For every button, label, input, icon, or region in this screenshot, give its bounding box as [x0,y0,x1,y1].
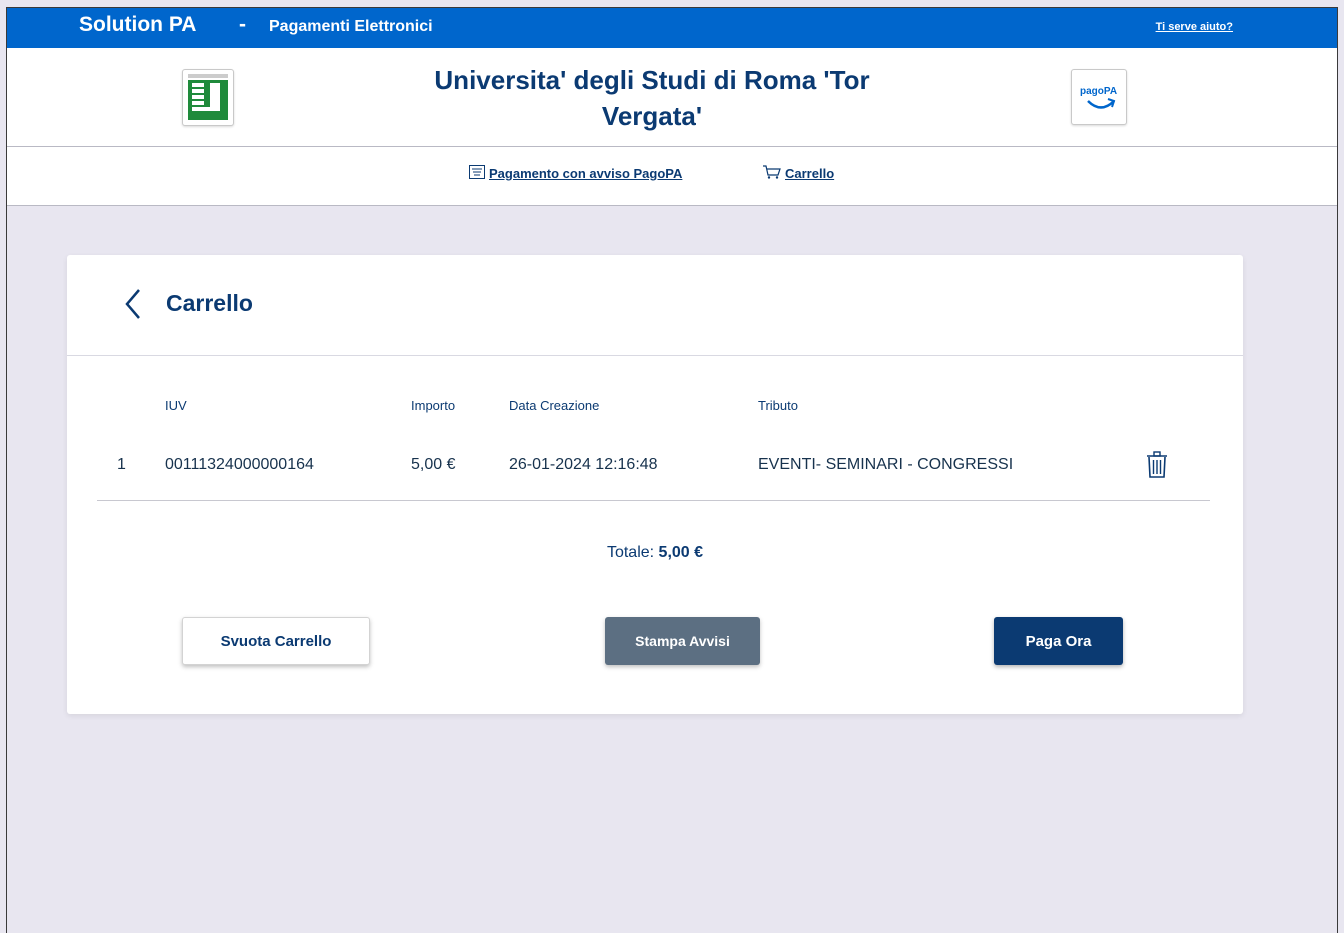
row-iuv: 00111324000000164 [165,456,314,473]
empty-cart-button[interactable]: Svuota Carrello [182,617,370,665]
pay-now-button[interactable]: Paga Ora [994,617,1123,665]
trash-icon[interactable] [1145,451,1169,479]
institution-title: Universita' degli Studi di Roma 'Tor Ver… [367,62,937,134]
help-link[interactable]: Ti serve aiuto? [1156,21,1233,33]
print-notices-button[interactable]: Stampa Avvisi [605,617,760,665]
row-importo: 5,00 € [411,456,456,473]
cart-title: Carrello [166,290,253,316]
pagopa-logo: pagoPA [1071,69,1127,125]
row-tributo: EVENTI- SEMINARI - CONGRESSI [758,456,1014,473]
nav-item-pagamento-avviso[interactable]: Pagamento con avviso PagoPA [469,165,682,182]
total-label: Totale: [606,544,659,561]
cart-icon [763,165,781,182]
institution-header: Universita' degli Studi di Roma 'Tor Ver… [7,48,1337,147]
university-logo [182,69,234,126]
document-list-icon [469,165,485,182]
institution-title-line1: Universita' degli Studi di Roma 'Tor [434,65,870,95]
column-header-tributo: Tributo [758,398,798,413]
brand-name: Solution PA [79,13,197,36]
institution-title-line2: Vergata' [601,101,703,131]
nav-item-label: Carrello [785,166,835,181]
back-arrow-icon[interactable] [121,287,147,321]
total-value: 5,00 € [658,544,704,561]
column-header-data: Data Creazione [509,398,600,413]
column-header-importo: Importo [411,398,456,413]
row-data: 26-01-2024 12:16:48 [509,456,658,473]
pagopa-logo-text: pagoPA [1080,86,1118,97]
cart-total: Totale: 5,00 € [67,544,1243,562]
cart-card-header: Carrello [67,255,1243,356]
column-header-iuv: IUV [165,398,187,413]
row-divider [97,500,1210,501]
cart-card: Carrello IUV Importo Data Creazione Trib… [67,255,1243,714]
top-bar: Solution PA - Pagamenti Elettronici Ti s… [7,8,1337,48]
nav-item-label: Pagamento con avviso PagoPA [489,166,683,181]
row-index: 1 [117,456,126,473]
app-frame: Solution PA - Pagamenti Elettronici Ti s… [6,7,1338,933]
nav-item-carrello[interactable]: Carrello [763,165,834,182]
brand-separator: - [239,13,246,36]
brand-subtitle: Pagamenti Elettronici [269,18,433,35]
main-nav: Pagamento con avviso PagoPA Carrello [7,147,1337,206]
